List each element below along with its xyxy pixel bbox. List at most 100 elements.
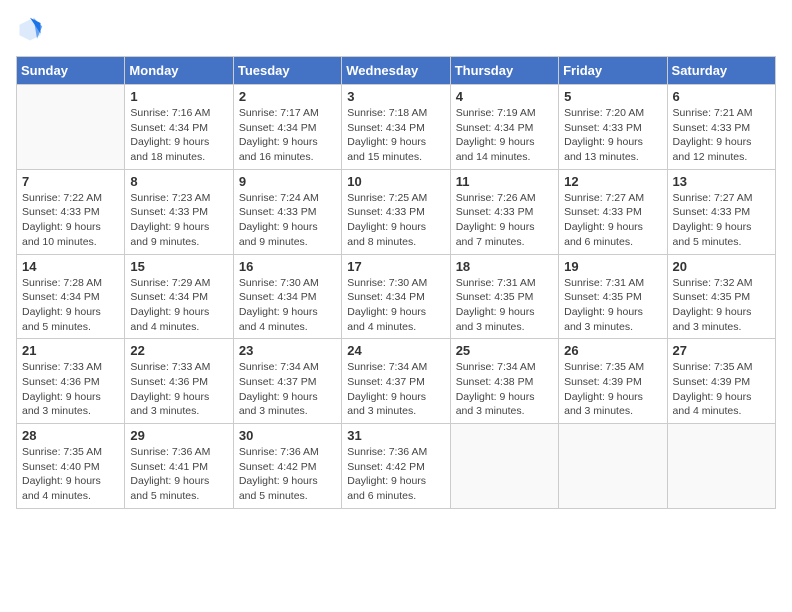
calendar-cell: 8 Sunrise: 7:23 AMSunset: 4:33 PMDaylight…: [125, 169, 233, 254]
day-number: 31: [347, 428, 444, 443]
calendar-cell: 18Sunrise: 7:31 AMSunset: 4:35 PMDayligh…: [450, 254, 558, 339]
day-number: 25: [456, 343, 553, 358]
day-info: Sunrise: 7:31 AMSunset: 4:35 PMDaylight:…: [564, 276, 661, 335]
calendar-header-thursday: Thursday: [450, 57, 558, 85]
day-info: Sunrise: 7:30 AMSunset: 4:34 PMDaylight:…: [347, 276, 444, 335]
calendar-cell: 22 Sunrise: 7:33 AMSunset: 4:36 PMDayligh…: [125, 339, 233, 424]
day-number: 9: [239, 174, 336, 189]
day-number: 23: [239, 343, 336, 358]
calendar-table: SundayMondayTuesdayWednesdayThursdayFrid…: [16, 56, 776, 509]
day-number: 11: [456, 174, 553, 189]
calendar-cell: [667, 424, 775, 509]
day-info: Sunrise: 7:34 AMSunset: 4:37 PMDaylight:…: [239, 360, 336, 419]
calendar-header-tuesday: Tuesday: [233, 57, 341, 85]
calendar-cell: 3 Sunrise: 7:18 AMSunset: 4:34 PMDaylight…: [342, 85, 450, 170]
day-number: 15: [130, 259, 227, 274]
calendar-cell: 25 Sunrise: 7:34 AMSunset: 4:38 PMDayligh…: [450, 339, 558, 424]
day-number: 22: [130, 343, 227, 358]
day-info: Sunrise: 7:34 AMSunset: 4:38 PMDaylight:…: [456, 360, 553, 419]
logo: [16, 16, 48, 44]
calendar-cell: 26 Sunrise: 7:35 AMSunset: 4:39 PMDayligh…: [559, 339, 667, 424]
calendar-cell: 15 Sunrise: 7:29 AMSunset: 4:34 PMDayligh…: [125, 254, 233, 339]
calendar-cell: 29 Sunrise: 7:36 AMSunset: 4:41 PMDayligh…: [125, 424, 233, 509]
day-number: 1: [130, 89, 227, 104]
calendar-cell: 4 Sunrise: 7:19 AMSunset: 4:34 PMDaylight…: [450, 85, 558, 170]
day-number: 12: [564, 174, 661, 189]
day-number: 10: [347, 174, 444, 189]
calendar-week-2: 7 Sunrise: 7:22 AMSunset: 4:33 PMDaylight…: [17, 169, 776, 254]
day-number: 21: [22, 343, 119, 358]
day-number: 3: [347, 89, 444, 104]
calendar-cell: 31 Sunrise: 7:36 AMSunset: 4:42 PMDayligh…: [342, 424, 450, 509]
calendar-cell: 12 Sunrise: 7:27 AMSunset: 4:33 PMDayligh…: [559, 169, 667, 254]
day-info: Sunrise: 7:36 AMSunset: 4:42 PMDaylight:…: [347, 445, 444, 504]
calendar-cell: 17 Sunrise: 7:30 AMSunset: 4:34 PMDayligh…: [342, 254, 450, 339]
day-number: 5: [564, 89, 661, 104]
day-info: Sunrise: 7:36 AMSunset: 4:42 PMDaylight:…: [239, 445, 336, 504]
calendar-cell: [450, 424, 558, 509]
day-number: 30: [239, 428, 336, 443]
day-info: Sunrise: 7:17 AMSunset: 4:34 PMDaylight:…: [239, 106, 336, 165]
day-info: Sunrise: 7:27 AMSunset: 4:33 PMDaylight:…: [564, 191, 661, 250]
calendar-cell: 10 Sunrise: 7:25 AMSunset: 4:33 PMDayligh…: [342, 169, 450, 254]
day-info: Sunrise: 7:32 AMSunset: 4:35 PMDaylight:…: [673, 276, 770, 335]
calendar-cell: 24 Sunrise: 7:34 AMSunset: 4:37 PMDayligh…: [342, 339, 450, 424]
day-info: Sunrise: 7:27 AMSunset: 4:33 PMDaylight:…: [673, 191, 770, 250]
calendar-header-row: SundayMondayTuesdayWednesdayThursdayFrid…: [17, 57, 776, 85]
day-number: 4: [456, 89, 553, 104]
day-number: 27: [673, 343, 770, 358]
day-info: Sunrise: 7:21 AMSunset: 4:33 PMDaylight:…: [673, 106, 770, 165]
day-info: Sunrise: 7:26 AMSunset: 4:33 PMDaylight:…: [456, 191, 553, 250]
calendar-cell: 21Sunrise: 7:33 AMSunset: 4:36 PMDayligh…: [17, 339, 125, 424]
day-number: 16: [239, 259, 336, 274]
calendar-header-sunday: Sunday: [17, 57, 125, 85]
day-info: Sunrise: 7:35 AMSunset: 4:40 PMDaylight:…: [22, 445, 119, 504]
calendar-cell: 1 Sunrise: 7:16 AMSunset: 4:34 PMDaylight…: [125, 85, 233, 170]
calendar-cell: 13 Sunrise: 7:27 AMSunset: 4:33 PMDayligh…: [667, 169, 775, 254]
day-info: Sunrise: 7:30 AMSunset: 4:34 PMDaylight:…: [239, 276, 336, 335]
calendar-cell: 28 Sunrise: 7:35 AMSunset: 4:40 PMDayligh…: [17, 424, 125, 509]
day-number: 17: [347, 259, 444, 274]
logo-icon: [16, 16, 44, 44]
calendar-week-4: 21 Sunrise: 7:33 AMSunset: 4:36 PMDayligh…: [17, 339, 776, 424]
day-info: Sunrise: 7:33 AMSunset: 4:36 PMDaylight:…: [130, 360, 227, 419]
calendar-cell: 7 Sunrise: 7:22 AMSunset: 4:33 PMDaylight…: [17, 169, 125, 254]
day-number: 24: [347, 343, 444, 358]
day-info: Sunrise: 7:34 AMSunset: 4:37 PMDaylight:…: [347, 360, 444, 419]
day-info: Sunrise: 7:18 AMSunset: 4:34 PMDaylight:…: [347, 106, 444, 165]
calendar-header-wednesday: Wednesday: [342, 57, 450, 85]
day-number: 8: [130, 174, 227, 189]
day-number: 13: [673, 174, 770, 189]
day-number: 14: [22, 259, 119, 274]
day-info: Sunrise: 7:28 AMSunset: 4:34 PMDaylight:…: [22, 276, 119, 335]
calendar-cell: 5 Sunrise: 7:20 AMSunset: 4:33 PMDaylight…: [559, 85, 667, 170]
day-info: Sunrise: 7:19 AMSunset: 4:34 PMDaylight:…: [456, 106, 553, 165]
day-info: Sunrise: 7:16 AMSunset: 4:34 PMDaylight:…: [130, 106, 227, 165]
day-number: 18: [456, 259, 553, 274]
day-info: Sunrise: 7:22 AMSunset: 4:33 PMDaylight:…: [22, 191, 119, 250]
day-number: 29: [130, 428, 227, 443]
day-number: 26: [564, 343, 661, 358]
day-number: 20: [673, 259, 770, 274]
calendar-header-monday: Monday: [125, 57, 233, 85]
day-info: Sunrise: 7:25 AMSunset: 4:33 PMDaylight:…: [347, 191, 444, 250]
day-number: 28: [22, 428, 119, 443]
calendar-cell: 16 Sunrise: 7:30 AMSunset: 4:34 PMDayligh…: [233, 254, 341, 339]
day-info: Sunrise: 7:29 AMSunset: 4:34 PMDaylight:…: [130, 276, 227, 335]
day-number: 7: [22, 174, 119, 189]
day-info: Sunrise: 7:35 AMSunset: 4:39 PMDaylight:…: [564, 360, 661, 419]
day-info: Sunrise: 7:36 AMSunset: 4:41 PMDaylight:…: [130, 445, 227, 504]
calendar-cell: 23 Sunrise: 7:34 AMSunset: 4:37 PMDayligh…: [233, 339, 341, 424]
calendar-week-1: 1 Sunrise: 7:16 AMSunset: 4:34 PMDaylight…: [17, 85, 776, 170]
calendar-cell: 14 Sunrise: 7:28 AMSunset: 4:34 PMDayligh…: [17, 254, 125, 339]
day-info: Sunrise: 7:20 AMSunset: 4:33 PMDaylight:…: [564, 106, 661, 165]
calendar-cell: [559, 424, 667, 509]
calendar-cell: 11 Sunrise: 7:26 AMSunset: 4:33 PMDayligh…: [450, 169, 558, 254]
calendar-cell: 9Sunrise: 7:24 AMSunset: 4:33 PMDaylight…: [233, 169, 341, 254]
calendar-cell: 27 Sunrise: 7:35 AMSunset: 4:39 PMDayligh…: [667, 339, 775, 424]
day-info: Sunrise: 7:35 AMSunset: 4:39 PMDaylight:…: [673, 360, 770, 419]
calendar-week-5: 28 Sunrise: 7:35 AMSunset: 4:40 PMDayligh…: [17, 424, 776, 509]
calendar-header-saturday: Saturday: [667, 57, 775, 85]
calendar-cell: 20 Sunrise: 7:32 AMSunset: 4:35 PMDayligh…: [667, 254, 775, 339]
day-info: Sunrise: 7:23 AMSunset: 4:33 PMDaylight:…: [130, 191, 227, 250]
